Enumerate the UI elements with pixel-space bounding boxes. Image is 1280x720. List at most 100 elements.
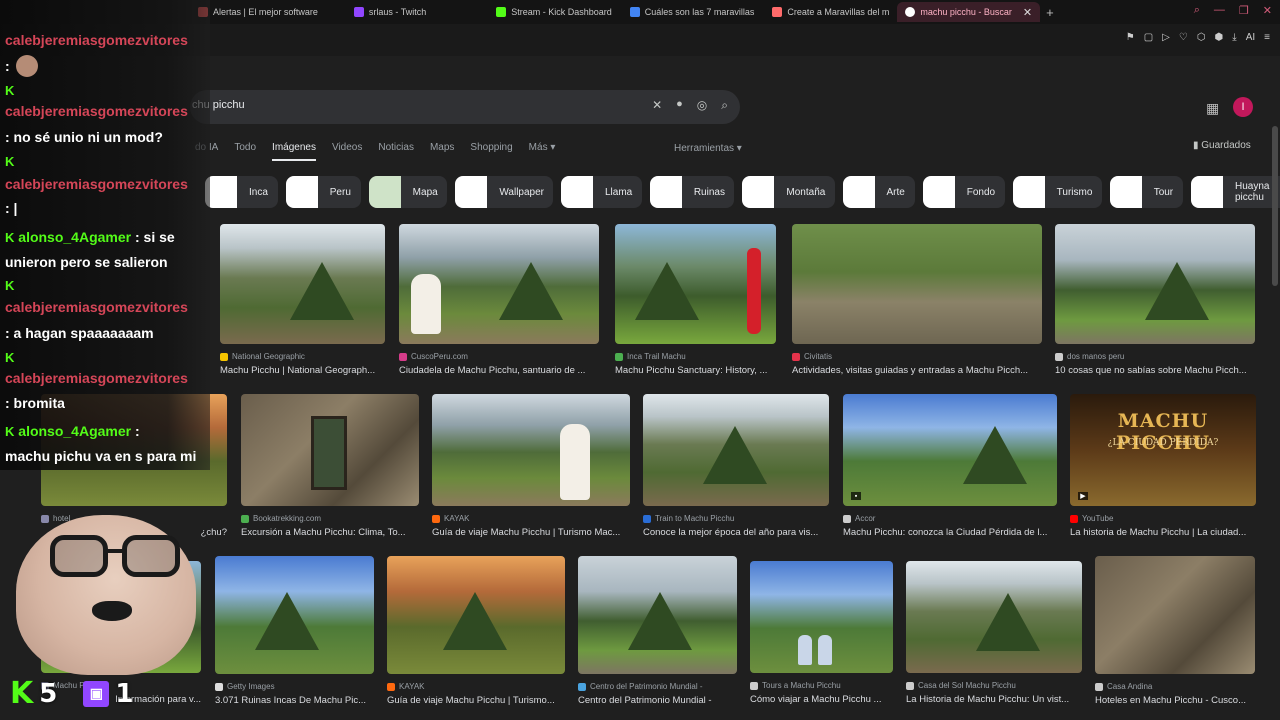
result-title[interactable]: La historia de Machu Picchu | La ciudad.…: [1070, 527, 1256, 538]
result-title[interactable]: Guía de viaje Machu Picchu | Turismo...: [387, 695, 565, 706]
lens-icon[interactable]: ◎: [697, 98, 707, 113]
close-tab-icon[interactable]: ✕: [1023, 6, 1032, 19]
result-source[interactable]: Casa Andina: [1095, 682, 1255, 691]
mic-icon[interactable]: ●: [676, 98, 683, 113]
chip-wallpaper[interactable]: Wallpaper: [455, 176, 553, 208]
chip-turismo[interactable]: Turismo: [1012, 176, 1102, 208]
tab-noticias[interactable]: Noticias: [378, 142, 414, 161]
result-title[interactable]: Ciudadela de Machu Picchu, santuario de …: [399, 365, 599, 376]
image-result[interactable]: National Geographic Machu Picchu | Natio…: [220, 224, 385, 376]
guardados-button[interactable]: ▮ Guardados: [1193, 140, 1251, 151]
image-result[interactable]: KAYAK Guía de viaje Machu Picchu | Turis…: [432, 394, 630, 538]
result-image[interactable]: [1055, 224, 1255, 344]
tab-create[interactable]: Create a Maravillas del m: [764, 2, 897, 22]
chip-peru[interactable]: Peru: [285, 176, 361, 208]
result-image[interactable]: [387, 556, 565, 674]
result-image[interactable]: [220, 224, 385, 344]
clear-icon[interactable]: ✕: [652, 98, 662, 113]
account-avatar[interactable]: I: [1233, 97, 1253, 117]
result-image[interactable]: [906, 561, 1082, 673]
image-result[interactable]: Getty Images 3.071 Ruinas Incas De Machu…: [215, 556, 374, 706]
tab-kick[interactable]: Stream - Kick Dashboard: [488, 2, 620, 22]
tab-mas[interactable]: Más ▾: [529, 142, 556, 161]
minimize-icon[interactable]: —: [1214, 4, 1225, 17]
result-image[interactable]: [615, 224, 776, 344]
result-image[interactable]: ▪: [843, 394, 1057, 506]
tab-shopping[interactable]: Shopping: [470, 142, 512, 161]
result-title[interactable]: Machu Picchu | National Geograph...: [220, 365, 385, 376]
chip-mapa[interactable]: Mapa: [368, 176, 448, 208]
result-title[interactable]: Machu Picchu: conozca la Ciudad Pérdida …: [843, 527, 1057, 538]
result-source[interactable]: Getty Images: [215, 682, 374, 691]
image-result[interactable]: ▪ Accor Machu Picchu: conozca la Ciudad …: [843, 394, 1057, 538]
result-source[interactable]: Civitatis: [792, 352, 1042, 361]
wallet-icon[interactable]: ⬢: [1215, 32, 1224, 43]
apps-grid-icon[interactable]: ▦: [1206, 100, 1219, 117]
tab-alertas[interactable]: Alertas | El mejor software: [190, 2, 326, 22]
result-source[interactable]: Inca Trail Machu: [615, 352, 776, 361]
result-image[interactable]: [432, 394, 630, 506]
search-tabs-icon[interactable]: ⌕: [1194, 4, 1200, 17]
result-title[interactable]: La Historia de Machu Picchu: Un vist...: [906, 694, 1082, 705]
tab-imagenes[interactable]: Imágenes: [272, 142, 316, 161]
heart-icon[interactable]: ♡: [1179, 32, 1188, 43]
image-result[interactable]: Casa del Sol Machu Picchu La Historia de…: [906, 561, 1082, 705]
chip-huayna-picchu[interactable]: Huayna picchu: [1190, 176, 1280, 208]
result-image[interactable]: [578, 556, 737, 674]
result-title[interactable]: Guía de viaje Machu Picchu | Turismo Mac…: [432, 527, 630, 538]
image-result[interactable]: CuscoPeru.com Ciudadela de Machu Picchu,…: [399, 224, 599, 376]
image-result[interactable]: Centro del Patrimonio Mundial - Centro d…: [578, 556, 737, 706]
search-icon[interactable]: ⌕: [721, 98, 728, 113]
screenshot-icon[interactable]: ▢: [1144, 32, 1153, 43]
result-image[interactable]: [643, 394, 829, 506]
tab-twitch[interactable]: srlaus - Twitch: [346, 2, 434, 22]
image-result[interactable]: Civitatis Actividades, visitas guiadas y…: [792, 224, 1042, 376]
result-source[interactable]: Casa del Sol Machu Picchu: [906, 681, 1082, 690]
chip-inca[interactable]: Inca: [205, 176, 278, 208]
result-image[interactable]: [215, 556, 374, 674]
herramientas-button[interactable]: Herramientas ▾: [674, 143, 742, 154]
search-box[interactable]: chu picchu ✕ ● ◎ ⌕: [190, 90, 740, 124]
tab-maps[interactable]: Maps: [430, 142, 454, 161]
chip-tour[interactable]: Tour: [1109, 176, 1183, 208]
result-title[interactable]: Cómo viajar a Machu Picchu ...: [750, 694, 893, 705]
result-source[interactable]: National Geographic: [220, 352, 385, 361]
image-result[interactable]: Inca Trail Machu Machu Picchu Sanctuary:…: [615, 224, 776, 376]
play-icon[interactable]: ▷: [1162, 32, 1170, 43]
tab-videos[interactable]: Videos: [332, 142, 362, 161]
result-title[interactable]: Machu Picchu Sanctuary: History, ...: [615, 365, 776, 376]
result-title[interactable]: Conoce la mejor época del año para vis..…: [643, 527, 829, 538]
tab-todo[interactable]: Todo: [234, 142, 256, 161]
image-result[interactable]: Train to Machu Picchu Conoce la mejor ép…: [643, 394, 829, 538]
result-image[interactable]: [241, 394, 419, 506]
image-result[interactable]: Bookatrekking.com Excursión a Machu Picc…: [241, 394, 419, 538]
flag-icon[interactable]: ⚑: [1126, 32, 1135, 43]
image-result[interactable]: dos manos peru 10 cosas que no sabías so…: [1055, 224, 1255, 376]
result-title[interactable]: 10 cosas que no sabías sobre Machu Picch…: [1055, 365, 1255, 376]
tab-google-search[interactable]: machu picchu - Buscar ✕: [897, 2, 1041, 22]
result-title[interactable]: Hoteles en Machu Picchu - Cusco...: [1095, 695, 1255, 706]
result-image[interactable]: MACHU PICCHU ¿LA CIUDAD PERDIDA? ▶: [1070, 394, 1256, 506]
image-result[interactable]: Casa Andina Hoteles en Machu Picchu - Cu…: [1095, 556, 1255, 706]
download-icon[interactable]: ⤓: [1232, 32, 1236, 43]
result-source[interactable]: YouTube: [1070, 514, 1256, 523]
page-scrollbar[interactable]: [1272, 126, 1278, 286]
chip-montana[interactable]: Montaña: [742, 176, 835, 208]
result-source[interactable]: Bookatrekking.com: [241, 514, 419, 523]
result-image[interactable]: [1095, 556, 1255, 674]
tab-maravillas[interactable]: Cuáles son las 7 maravillas: [622, 2, 763, 22]
image-result[interactable]: Tours a Machu Picchu Cómo viajar a Machu…: [750, 561, 893, 705]
result-source[interactable]: Tours a Machu Picchu: [750, 681, 893, 690]
ai-icon[interactable]: AI: [1246, 32, 1255, 43]
result-title[interactable]: Actividades, visitas guiadas y entradas …: [792, 365, 1042, 376]
result-source[interactable]: KAYAK: [387, 682, 565, 691]
menu-icon[interactable]: ≡: [1264, 32, 1270, 43]
result-image[interactable]: [399, 224, 599, 344]
chip-llama[interactable]: Llama: [560, 176, 642, 208]
chip-fondo[interactable]: Fondo: [922, 176, 1005, 208]
result-image[interactable]: [750, 561, 893, 673]
result-title[interactable]: Centro del Patrimonio Mundial -: [578, 695, 737, 706]
result-source[interactable]: KAYAK: [432, 514, 630, 523]
extension-icon[interactable]: ⬡: [1197, 32, 1206, 43]
result-source[interactable]: Accor: [843, 514, 1057, 523]
